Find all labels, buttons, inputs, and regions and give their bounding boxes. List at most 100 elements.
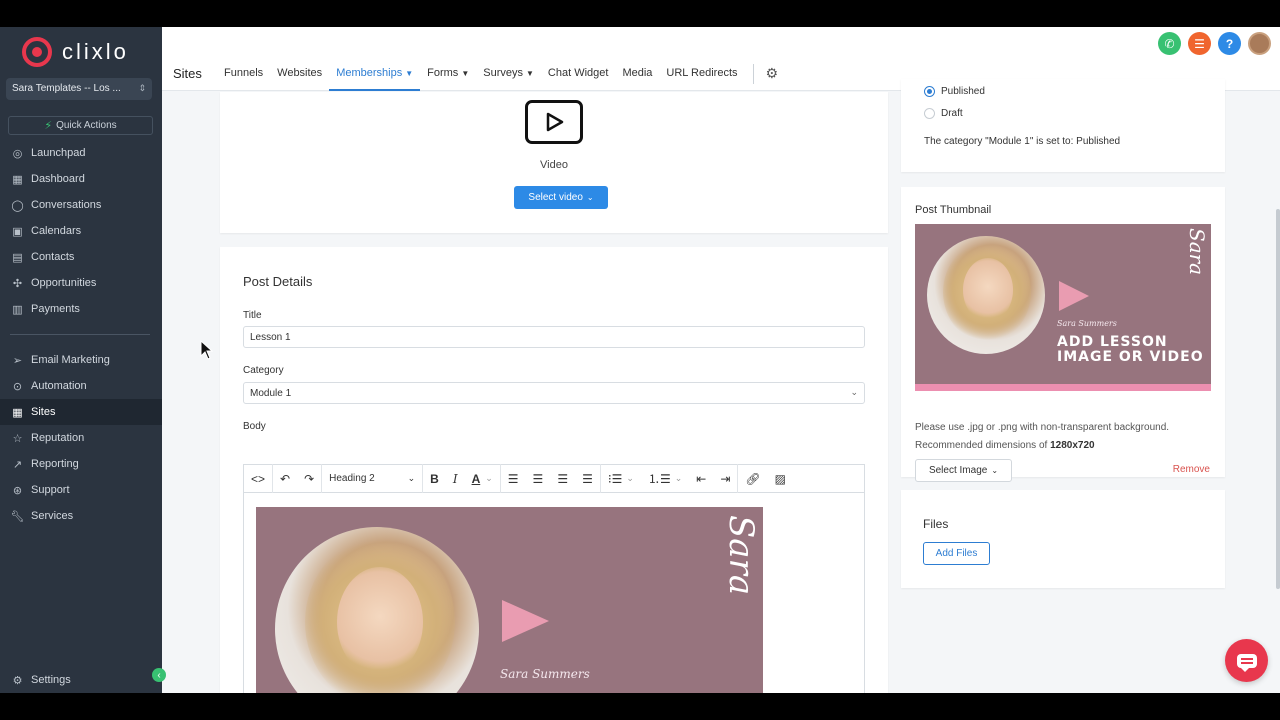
dimensions-value: 1280x720: [1050, 440, 1095, 451]
align-justify-icon[interactable]: ☰: [575, 464, 600, 493]
redo-icon[interactable]: ↷: [297, 464, 321, 493]
radio-button[interactable]: [924, 86, 935, 97]
tab-funnels[interactable]: Funnels: [217, 56, 270, 91]
account-switcher[interactable]: Sara Templates -- Los ... ⇕: [6, 78, 152, 100]
bold-icon[interactable]: B: [423, 464, 446, 493]
sidebar-item-label: Conversations: [31, 199, 102, 211]
sidebar-item-settings[interactable]: ⚙ Settings: [0, 667, 162, 693]
sidebar-item-opportunities[interactable]: ✣ Opportunities: [0, 270, 162, 296]
thumbnail-accent-bar: [915, 384, 1211, 391]
category-select[interactable]: Module 1 ⌄: [243, 382, 865, 404]
undo-icon[interactable]: ↶: [273, 464, 297, 493]
tab-memberships[interactable]: Memberships ▼: [329, 56, 421, 91]
contacts-icon: ▤: [12, 251, 23, 264]
calendar-icon: ▣: [12, 225, 23, 238]
radio-button[interactable]: [924, 108, 935, 119]
image-icon[interactable]: ▨: [768, 464, 793, 493]
video-label: Video: [540, 159, 568, 171]
quick-actions-button[interactable]: ⚡ Quick Actions: [8, 116, 153, 135]
sidebar-item-reporting[interactable]: ↗ Reporting: [0, 451, 162, 477]
align-left-icon[interactable]: ☰: [501, 464, 526, 493]
automation-icon: ⊙: [12, 380, 23, 393]
gear-icon[interactable]: ⚙: [766, 65, 779, 91]
status-label: Draft: [941, 108, 963, 119]
numbered-list-icon[interactable]: ⒈☰ ⌄: [641, 464, 689, 493]
select-image-label: Select Image: [928, 465, 988, 476]
bullet-list-icon[interactable]: ⁝☰ ⌄: [601, 464, 641, 493]
align-right-icon[interactable]: ☰: [550, 464, 575, 493]
sidebar-item-contacts[interactable]: ▤ Contacts: [0, 244, 162, 270]
list-icon[interactable]: ☰: [1188, 32, 1211, 55]
portrait-face: [963, 258, 1013, 322]
dashboard-icon: ▦: [12, 173, 23, 186]
status-option-draft[interactable]: Draft: [924, 108, 963, 119]
thumbnail-hint: Please use .jpg or .png with non-transpa…: [915, 422, 1170, 433]
sidebar-item-label: Services: [31, 510, 74, 522]
sidebar-item-payments[interactable]: ▥ Payments: [0, 296, 162, 322]
sidebar-item-launchpad[interactable]: ◎ Launchpad: [0, 140, 162, 166]
tab-websites[interactable]: Websites: [270, 56, 329, 91]
title-input[interactable]: Lesson 1: [243, 326, 865, 348]
thumbnail-headline-2: IMAGE OR VIDEO: [1057, 349, 1204, 365]
avatar[interactable]: [1248, 32, 1271, 55]
align-center-icon[interactable]: ☰: [526, 464, 551, 493]
sidebar-item-label: Support: [31, 484, 70, 496]
code-view-icon[interactable]: <>: [244, 464, 272, 493]
sidebar-item-services[interactable]: 🔧︎ Services: [0, 503, 162, 529]
add-files-button[interactable]: Add Files: [923, 542, 990, 565]
text-color-icon[interactable]: A ⌄: [465, 464, 500, 493]
sidebar-item-dashboard[interactable]: ▦ Dashboard: [0, 166, 162, 192]
tab-url-redirects[interactable]: URL Redirects: [659, 56, 744, 91]
tab-forms[interactable]: Forms ▼: [420, 56, 476, 91]
sidebar-item-email-marketing[interactable]: ➢ Email Marketing: [0, 347, 162, 373]
chevron-left-icon: ‹: [157, 669, 161, 681]
logo[interactable]: clixlo: [22, 37, 129, 67]
sidebar-item-label: Contacts: [31, 251, 75, 263]
tab-media[interactable]: Media: [615, 56, 659, 91]
help-icon[interactable]: ?: [1218, 32, 1241, 55]
tab-surveys[interactable]: Surveys ▼: [476, 56, 541, 91]
chat-widget-button[interactable]: [1225, 639, 1268, 682]
heading-select-value: Heading 2: [329, 473, 375, 484]
tab-label: Chat Widget: [547, 67, 609, 79]
sidebar-item-label: Calendars: [31, 225, 82, 237]
indent-icon[interactable]: ⇥: [713, 464, 737, 493]
sidebar-item-calendars[interactable]: ▣ Calendars: [0, 218, 162, 244]
link-icon[interactable]: 🔗︎: [738, 464, 767, 493]
chevron-down-icon: ▼: [405, 69, 414, 78]
chevron-down-icon: ⌄: [586, 193, 594, 202]
select-video-label: Select video: [528, 192, 583, 203]
dimensions-prefix: Recommended dimensions of: [915, 440, 1048, 451]
page-scrollbar[interactable]: [1276, 209, 1280, 589]
wrench-icon: 🔧︎: [10, 510, 25, 523]
outdent-icon[interactable]: ⇤: [689, 464, 713, 493]
category-value: Module 1: [250, 388, 292, 399]
quick-actions-label: Quick Actions: [56, 120, 117, 131]
select-image-button[interactable]: Select Image ⌄: [915, 459, 1012, 482]
sidebar-item-automation[interactable]: ⊙ Automation: [0, 373, 162, 399]
italic-icon[interactable]: I: [446, 464, 465, 493]
sidebar-item-conversations[interactable]: ◯ Conversations: [0, 192, 162, 218]
select-video-button[interactable]: Select video ⌄: [514, 186, 608, 209]
sidebar-item-support[interactable]: ⊛ Support: [0, 477, 162, 503]
sites-icon: ▦: [12, 406, 23, 419]
sidebar-item-sites[interactable]: ▦ Sites: [0, 399, 162, 425]
nav-tabs: Funnels Websites Memberships ▼ Forms ▼ Sur…: [217, 56, 778, 91]
play-triangle-icon: [502, 600, 549, 642]
opportunities-icon: ✣: [12, 277, 23, 290]
send-icon: ➢: [12, 354, 23, 367]
heading-select[interactable]: Heading 2 ⌄: [322, 464, 422, 493]
remove-thumbnail-link[interactable]: Remove: [1173, 464, 1210, 475]
status-option-published[interactable]: Published: [924, 86, 985, 97]
tab-label: Memberships: [336, 67, 403, 79]
tab-chat-widget[interactable]: Chat Widget: [541, 56, 616, 91]
sidebar-nav-bottom: ➢ Email Marketing ⊙ Automation ▦ Sites ☆ Rep…: [0, 347, 162, 529]
editor-body[interactable]: Sara Summers ADD LESSON Sara: [243, 493, 865, 693]
thumbnail-image[interactable]: Sara Summers ADD LESSON IMAGE OR VIDEO S…: [915, 224, 1211, 391]
phone-icon[interactable]: ✆: [1158, 32, 1181, 55]
sidebar-item-reputation[interactable]: ☆ Reputation: [0, 425, 162, 451]
app-window: clixlo Sara Templates -- Los ... ⇕ ⚡ Qui…: [0, 27, 1280, 693]
sidebar-item-label: Launchpad: [31, 147, 86, 159]
collapse-sidebar-button[interactable]: ‹: [152, 668, 166, 682]
lesson-image[interactable]: Sara Summers ADD LESSON Sara: [256, 507, 763, 693]
